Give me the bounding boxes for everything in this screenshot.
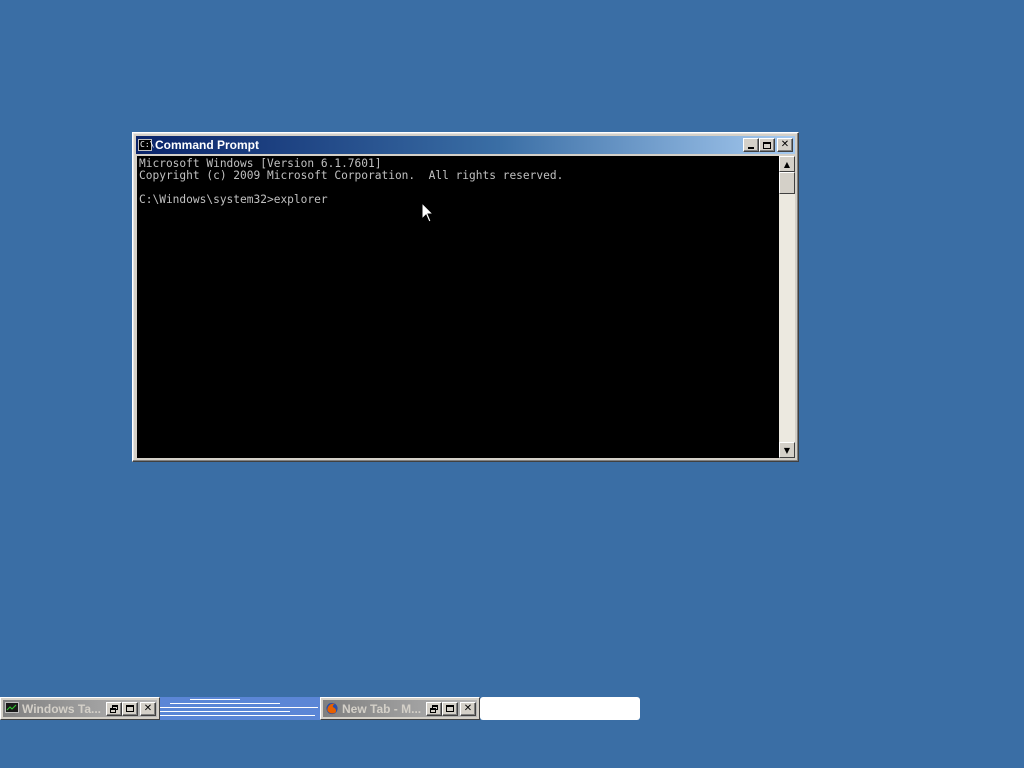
close-button[interactable]: ✕ [140,701,156,716]
minimize-button[interactable] [743,138,759,152]
ghost-stripe [170,703,280,704]
minimized-window-firefox[interactable]: New Tab - M... ✕ [320,697,480,720]
minimize-icon [748,147,754,149]
scroll-down-button[interactable]: ▼ [779,442,795,458]
desktop[interactable]: C:\ Command Prompt ✕ Microsoft Windows [… [0,0,1024,768]
minimized-window-title: New Tab - M... [342,701,422,716]
close-icon: ✕ [463,702,473,714]
restore-icon [429,704,439,713]
minimized-caption-buttons: ✕ [106,701,156,716]
minimized-caption-buttons: ✕ [426,701,476,716]
restore-button[interactable] [426,701,442,716]
arrow-up-icon: ▲ [783,159,791,169]
caption-buttons: ✕ [743,138,793,152]
console-icon[interactable]: C:\ [138,139,155,151]
blank-window[interactable] [480,697,640,720]
console-text: Microsoft Windows [Version 6.1.7601] Copy… [137,156,779,206]
maximize-button[interactable] [442,701,458,716]
restore-icon [109,704,119,713]
ghost-stripe [160,711,290,712]
ghost-stripe [160,715,315,716]
close-button[interactable]: ✕ [460,701,476,716]
minimized-window-title: Windows Ta... [22,701,102,716]
ghost-stripe [190,699,240,700]
task-manager-icon [5,702,19,715]
maximize-icon [763,141,771,149]
scroll-up-button[interactable]: ▲ [779,156,795,172]
restore-button[interactable] [106,701,122,716]
close-icon: ✕ [143,702,153,714]
maximize-button[interactable] [759,138,775,152]
maximize-icon [126,705,134,712]
cmd-titlebar[interactable]: C:\ Command Prompt ✕ [136,136,795,154]
command-prompt-window[interactable]: C:\ Command Prompt ✕ Microsoft Windows [… [132,132,799,462]
close-button[interactable]: ✕ [777,138,793,152]
close-icon: ✕ [780,139,790,150]
console-output[interactable]: Microsoft Windows [Version 6.1.7601] Copy… [137,156,779,458]
minimized-window-task-manager[interactable]: Windows Ta... ✕ [0,697,160,720]
arrow-down-icon: ▼ [783,445,791,455]
scroll-thumb[interactable] [779,172,795,194]
console-prompt-line[interactable]: C:\Windows\system32>explorer [139,194,779,206]
minimized-titlebar[interactable]: New Tab - M... ✕ [323,700,477,717]
mouse-cursor-icon [421,202,435,223]
ghost-window [160,697,320,720]
window-title: Command Prompt [155,138,260,152]
vertical-scrollbar[interactable]: ▲ ▼ [779,156,795,458]
console-icon-label: C:\ [140,140,155,149]
minimized-titlebar[interactable]: Windows Ta... ✕ [3,700,157,717]
maximize-icon [446,705,454,712]
firefox-icon [326,702,338,715]
maximize-button[interactable] [122,701,138,716]
ghost-stripe [160,707,318,708]
console-line: Copyright (c) 2009 Microsoft Corporation… [139,169,564,182]
